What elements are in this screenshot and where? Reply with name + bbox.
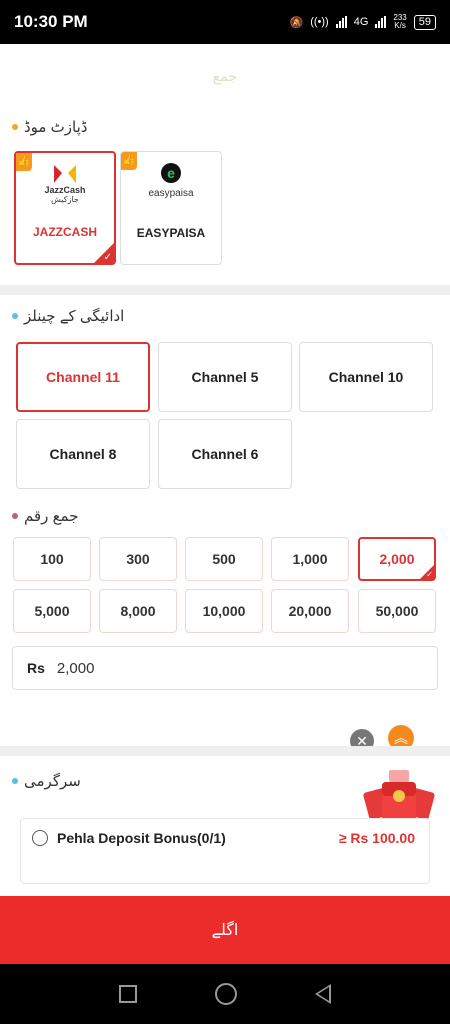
amount-option-100[interactable]: 100 [13,537,91,581]
channel-8-button[interactable]: Channel 8 [16,419,150,489]
easypaisa-logo-icon: e [161,163,181,183]
check-icon: ✓ [426,570,433,579]
easypaisa-logo-text: easypaisa [148,188,194,199]
section-dot [12,778,18,784]
battery-icon: 59 [413,14,436,30]
amount-option-8000[interactable]: 8,000 [99,589,177,633]
amount-option-300[interactable]: 300 [99,537,177,581]
amount-option-50000[interactable]: 50,000 [358,589,436,633]
deposit-mode-title: ڈپازٹ موڈ [24,119,88,136]
svg-text:e: e [167,165,175,181]
page-title: جمع [212,68,238,84]
recent-apps-icon[interactable] [119,985,137,1003]
jazzcash-logo-icon [54,165,76,183]
easypaisa-label: EASYPAISA [136,226,206,240]
next-button[interactable]: اگلے [0,896,450,964]
deposit-mode-section: ڈپازٹ موڈ [12,118,87,136]
bonus-name: Pehla Deposit Bonus(0/1) [57,830,226,846]
check-icon: ✓ [103,252,112,263]
bonus-amount: ≥ Rs 100.00 [338,830,415,846]
jazzcash-label: JAZZCASH [32,225,97,239]
status-bar: 10:30 PM 🔕 ((•)) 4G 233 K/s 59 [0,0,450,44]
section-divider [0,746,450,756]
signal-icon-2 [375,16,387,28]
speed-unit: K/s [394,21,406,30]
bonus-radio[interactable] [32,830,48,846]
activity-title: سرگرمی [24,773,81,790]
amount-option-5000[interactable]: 5,000 [13,589,91,633]
back-icon[interactable] [315,984,331,1004]
jazzcash-logo-text: JazzCash [44,185,86,195]
section-dot [12,513,18,519]
amount-field[interactable]: Rs [12,646,438,690]
jazzcash-logo-sub: جازکیش [51,195,79,204]
amount-input[interactable] [56,659,357,677]
amount-option-10000[interactable]: 10,000 [185,589,263,633]
payment-method-jazzcash[interactable]: 👍 JazzCash جازکیش JAZZCASH ✓ [14,151,116,265]
channel-6-button[interactable]: Channel 6 [158,419,292,489]
mute-icon: 🔕 [289,16,304,29]
amount-option-20000[interactable]: 20,000 [271,589,349,633]
amount-option-2000[interactable]: 2,000 ✓ [358,537,436,581]
status-time: 10:30 PM [14,12,88,31]
bonus-card[interactable]: Pehla Deposit Bonus(0/1) ≥ Rs 100.00 [20,818,430,884]
easypaisa-logo: e easypaisa [121,162,221,199]
channel-10-button[interactable]: Channel 10 [299,342,433,412]
channel-11-button[interactable]: Channel 11 [16,342,150,412]
amount-option-500[interactable]: 500 [185,537,263,581]
section-divider [0,285,450,295]
channels-section: ادائیگی کے چینلز [12,307,124,325]
network-speed: 233 K/s [393,14,406,30]
channels-title: ادائیگی کے چینلز [24,308,125,325]
payment-method-easypaisa[interactable]: 👍 e easypaisa EASYPAISA [120,151,222,265]
jazzcash-logo: JazzCash جازکیش [16,163,114,204]
amount-option-1000[interactable]: 1,000 [271,537,349,581]
system-nav-bar [0,964,450,1024]
amount-title: جمع رقم [24,508,79,525]
amount-option-2000-label: 2,000 [379,551,415,567]
amount-section: جمع رقم [12,507,79,525]
section-dot [12,313,18,319]
section-dot [12,124,18,130]
network-type-label: 4G [353,16,369,28]
status-icons: 🔕 ((•)) 4G 233 K/s 59 [289,14,436,30]
home-icon[interactable] [215,983,237,1005]
currency-label: Rs [27,660,45,676]
hotspot-icon: ((•)) [310,16,329,28]
signal-icon [335,16,347,28]
channel-5-button[interactable]: Channel 5 [158,342,292,412]
activity-section: سرگرمی [12,772,81,790]
